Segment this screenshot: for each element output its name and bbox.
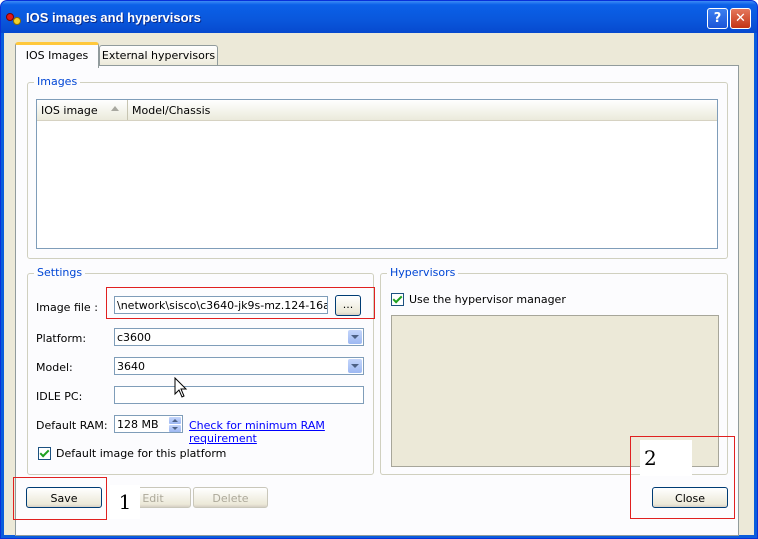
title-bar[interactable]: IOS images and hypervisors ? ✕ — [1, 1, 757, 33]
chevron-down-icon[interactable] — [348, 359, 362, 373]
default-image-checkbox[interactable] — [38, 447, 51, 460]
platform-value: c3600 — [117, 331, 152, 344]
window-title: IOS images and hypervisors — [26, 10, 201, 25]
default-ram-spinbox[interactable]: 128 MB — [114, 415, 183, 433]
default-ram-value: 128 MB — [117, 418, 159, 431]
image-file-highlight-box — [106, 287, 375, 319]
model-select[interactable]: 3640 — [114, 357, 364, 375]
annotation-label-2: 2 — [640, 440, 692, 476]
images-list[interactable]: IOS image Model/Chassis — [36, 99, 718, 249]
column-header-ios-image[interactable]: IOS image — [37, 100, 128, 120]
chevron-down-icon[interactable] — [348, 330, 362, 344]
delete-button[interactable]: Delete — [193, 487, 268, 508]
idle-pc-label: IDLE PC: — [36, 390, 83, 403]
idle-pc-input[interactable] — [114, 386, 364, 404]
save-highlight-box — [13, 477, 107, 520]
annotation-label-1: 1 — [110, 485, 140, 519]
default-image-label: Default image for this platform — [56, 447, 227, 460]
app-icon — [6, 11, 22, 25]
images-group: Images IOS image Model/Chassis — [27, 75, 728, 259]
sort-ascending-icon — [111, 106, 119, 111]
model-label: Model: — [36, 361, 73, 374]
image-file-label: Image file : — [36, 301, 98, 314]
platform-label: Platform: — [36, 332, 87, 345]
help-button[interactable]: ? — [707, 8, 728, 29]
use-hypervisor-manager-checkbox[interactable] — [391, 293, 404, 306]
column-header-model-chassis[interactable]: Model/Chassis — [128, 100, 716, 120]
settings-group-title: Settings — [34, 266, 86, 279]
mouse-pointer-icon — [174, 377, 188, 398]
platform-select[interactable]: c3600 — [114, 328, 364, 346]
model-value: 3640 — [117, 360, 145, 373]
use-hypervisor-manager-label: Use the hypervisor manager — [409, 293, 566, 306]
check-ram-link[interactable]: Check for minimum RAM requirement — [189, 419, 373, 445]
images-group-title: Images — [34, 75, 81, 88]
tab-external-hypervisors[interactable]: External hypervisors — [99, 45, 218, 66]
default-ram-label: Default RAM: — [36, 419, 108, 432]
images-list-header: IOS image Model/Chassis — [37, 100, 717, 121]
tab-ios-images[interactable]: IOS Images — [15, 42, 99, 68]
spinner-arrows-icon[interactable] — [169, 417, 181, 432]
hypervisors-group-title: Hypervisors — [387, 266, 459, 279]
close-window-button[interactable]: ✕ — [730, 8, 751, 29]
